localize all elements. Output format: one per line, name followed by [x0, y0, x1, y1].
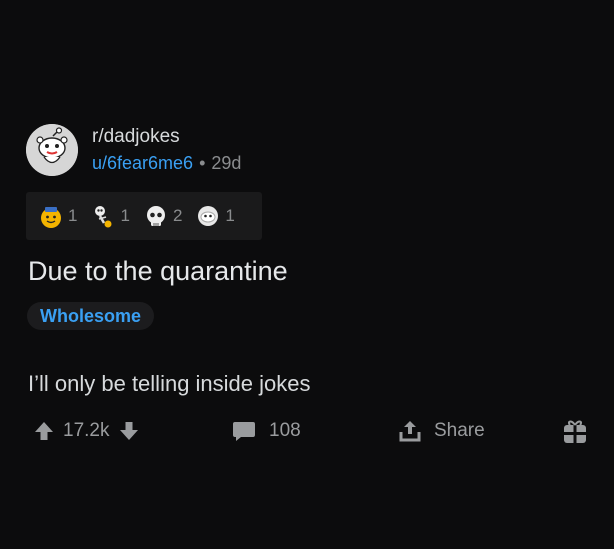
award-item: 1 — [38, 203, 77, 229]
meta-separator: • — [199, 153, 206, 173]
subreddit-avatar[interactable] — [26, 124, 78, 176]
downvote-arrow-icon[interactable] — [118, 420, 140, 442]
vote-controls: 17.2k — [33, 414, 140, 448]
skull-award-icon — [146, 206, 165, 226]
post-meta: u/6fear6me6 • 29d — [92, 153, 241, 174]
subreddit-name[interactable]: r/dadjokes — [92, 126, 180, 148]
post-action-bar: 17.2k 108 Share — [0, 414, 614, 448]
post-body: I’ll only be telling inside jokes — [28, 371, 311, 396]
award-item: 1 — [90, 203, 130, 229]
awards-bar[interactable]: 1 1 2 1 — [26, 192, 262, 240]
award-count: 1 — [225, 206, 235, 225]
comment-bubble-icon — [233, 422, 255, 441]
post-flair[interactable]: Wholesome — [27, 302, 155, 330]
share-label: Share — [434, 420, 485, 441]
give-award-button[interactable] — [562, 414, 588, 448]
share-icon — [399, 421, 421, 442]
award-item: 2 — [143, 203, 182, 229]
author-username[interactable]: u/6fear6me6 — [92, 153, 193, 173]
share-button[interactable]: Share — [398, 414, 485, 448]
gold-wholesome-award-icon — [41, 207, 61, 228]
award-count: 1 — [120, 206, 130, 225]
award-count: 2 — [172, 206, 183, 225]
post-age: 29d — [211, 153, 242, 173]
award-item: 1 — [195, 203, 235, 229]
comment-count: 108 — [269, 420, 301, 441]
snoo-avatar-icon — [26, 124, 78, 176]
award-count: 1 — [68, 206, 78, 225]
post-title[interactable]: Due to the quarantine — [28, 256, 288, 287]
skeleton-award-icon — [95, 206, 112, 228]
upvote-arrow-icon[interactable] — [33, 420, 55, 442]
gift-icon — [564, 420, 586, 443]
vote-score: 17.2k — [63, 420, 110, 441]
comments-button[interactable]: 108 — [232, 414, 301, 448]
silver-award-icon — [198, 206, 219, 226]
